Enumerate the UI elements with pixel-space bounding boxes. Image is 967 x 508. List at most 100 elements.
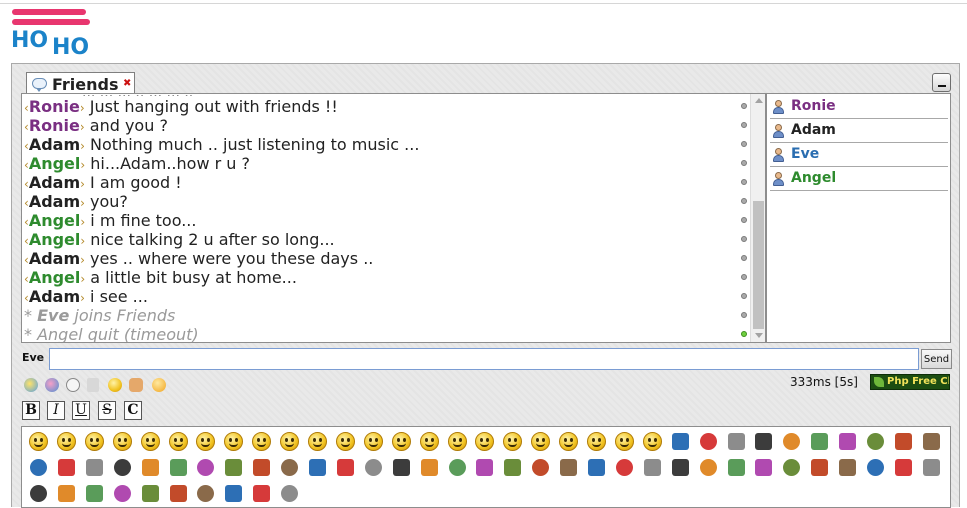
user-list-item[interactable]: Ronie [770,96,948,119]
smiley-icon[interactable] [279,457,300,478]
color-button[interactable]: C [124,401,142,420]
smiley-icon[interactable] [84,483,105,504]
smiley-icon[interactable] [642,457,663,478]
smiley-icon[interactable] [112,431,133,452]
message-nick[interactable]: Angel [29,268,81,287]
user-name[interactable]: Ronie [791,98,836,114]
smiley-icon[interactable] [56,483,77,504]
message-nick[interactable]: Angel [29,154,81,173]
user-list-item[interactable]: Angel [770,168,948,191]
message-time-dot[interactable] [741,331,747,337]
smiley-icon[interactable] [530,431,551,452]
smiley-icon[interactable] [614,457,635,478]
message-time-dot[interactable] [741,141,747,147]
smiley-icon[interactable] [837,431,858,452]
message-time-dot[interactable] [741,293,747,299]
smiley-icon[interactable] [781,431,802,452]
smiley-icon[interactable] [781,457,802,478]
smiley-icon[interactable] [223,457,244,478]
smiley-icon[interactable] [307,431,328,452]
smiley-icon[interactable] [698,457,719,478]
smiley-icon[interactable] [726,457,747,478]
underline-button[interactable]: U [72,401,90,420]
strike-button[interactable]: S [98,401,116,420]
smiley-icon[interactable] [84,431,105,452]
smiley-icon[interactable] [223,431,244,452]
user-list-item[interactable]: Adam [770,120,948,143]
bold-button[interactable]: B [22,401,40,420]
smiley-icon[interactable] [447,457,468,478]
smiley-icon[interactable] [363,457,384,478]
smiley-icon[interactable] [168,431,189,452]
smiley-icon[interactable] [921,457,942,478]
clear-icon[interactable] [152,378,166,392]
message-time-dot[interactable] [741,160,747,166]
italic-button[interactable]: I [47,401,65,420]
scroll-up-icon[interactable] [755,98,763,103]
smiley-icon[interactable] [363,431,384,452]
smiley-icon[interactable] [726,431,747,452]
smiley-icon[interactable] [419,431,440,452]
smiley-icon[interactable] [474,457,495,478]
user-list-icon[interactable] [129,378,143,392]
smiley-icon[interactable] [168,483,189,504]
message-time-dot[interactable] [741,122,747,128]
smiley-icon[interactable] [168,457,189,478]
message-time-dot[interactable] [741,312,747,318]
message-input[interactable] [49,348,919,370]
smiley-icon[interactable] [586,457,607,478]
message-nick[interactable]: Adam [29,173,80,192]
smiley-icon[interactable] [502,457,523,478]
sound-icon[interactable] [87,378,99,392]
user-name[interactable]: Angel [791,170,836,186]
smiley-icon[interactable] [586,431,607,452]
smiley-icon[interactable] [391,431,412,452]
smiley-icon[interactable] [112,457,133,478]
smiley-icon[interactable] [893,431,914,452]
smiley-icon[interactable] [140,431,161,452]
smiley-icon[interactable] [307,457,328,478]
smiley-icon[interactable] [28,431,49,452]
message-nick[interactable]: Angel [29,211,81,230]
smiley-icon[interactable] [391,457,412,478]
message-nick[interactable]: Adam [29,192,80,211]
smiley-icon[interactable] [921,431,942,452]
smiley-icon[interactable] [279,483,300,504]
smiley-icon[interactable] [195,457,216,478]
nickname-label[interactable]: Eve [22,351,44,364]
smiley-icon[interactable] [670,431,691,452]
smiley-icon[interactable] [84,457,105,478]
message-time-dot[interactable] [741,103,747,109]
smiley-icon[interactable] [195,431,216,452]
send-button[interactable]: Send [921,349,952,369]
smiley-icon[interactable] [865,457,886,478]
smiley-icon[interactable] [865,431,886,452]
message-time-dot[interactable] [741,179,747,185]
user-name[interactable]: Adam [791,122,836,138]
user-name[interactable]: Eve [791,146,819,162]
smiley-icon[interactable] [251,431,272,452]
smiley-icon[interactable] [28,457,49,478]
smiley-icon[interactable] [28,483,49,504]
smiley-icon[interactable] [251,457,272,478]
smiley-icon[interactable] [223,483,244,504]
message-time-dot[interactable] [741,198,747,204]
clock-icon[interactable] [66,378,80,392]
smiley-icon[interactable] [614,431,635,452]
smiley-icon[interactable] [753,457,774,478]
smiley-icon[interactable] [837,457,858,478]
smiley-icon[interactable] [251,483,272,504]
message-nick[interactable]: Adam [29,287,80,306]
message-nick[interactable]: Ronie [29,116,80,135]
minimize-button[interactable] [932,73,951,92]
smiley-icon[interactable] [670,457,691,478]
message-nick[interactable]: Adam [29,249,80,268]
smiley-icon[interactable] [56,457,77,478]
message-time-dot[interactable] [741,217,747,223]
smiley-icon[interactable] [809,457,830,478]
smiley-icon[interactable] [809,431,830,452]
smiley-icon[interactable] [335,431,356,452]
smiley-icon[interactable] [642,431,663,452]
smiley-icon[interactable] [753,431,774,452]
smiley-icon[interactable] [698,431,719,452]
